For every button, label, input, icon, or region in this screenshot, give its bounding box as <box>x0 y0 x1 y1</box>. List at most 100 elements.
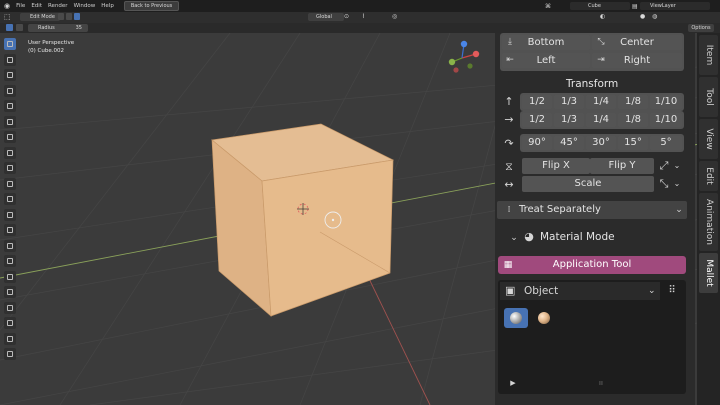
material-preview-selected[interactable] <box>504 308 528 328</box>
radius-field[interactable]: Radius 35 <box>28 24 88 32</box>
select-tool-icon[interactable] <box>4 38 16 50</box>
flip-y-button[interactable]: Flip Y <box>590 158 654 174</box>
menu-render[interactable]: Render <box>48 3 68 9</box>
mode-selector[interactable]: Edit Mode <box>20 13 60 21</box>
object-label: Object <box>524 285 559 297</box>
scale-up-half-button[interactable]: 1/2 <box>522 95 552 109</box>
expand-icon[interactable]: ⤢ <box>656 158 672 174</box>
scene-field[interactable]: Cube <box>570 2 630 10</box>
shear-tool-icon[interactable] <box>4 332 16 345</box>
pivot-icon[interactable]: ⊙ <box>344 13 349 20</box>
cursor-tool-icon[interactable] <box>4 53 16 66</box>
tab-tool[interactable]: Tool <box>699 77 718 117</box>
scale-right-half-button[interactable]: 1/2 <box>522 113 552 127</box>
rotate-15-button[interactable]: 15° <box>618 136 648 150</box>
edge-slide-tool-icon[interactable] <box>4 301 16 314</box>
menu-help[interactable]: Help <box>101 3 114 9</box>
align-right-label: Right <box>623 55 651 66</box>
edge-select-button[interactable] <box>66 13 72 20</box>
extrude-tool-icon[interactable] <box>4 177 16 190</box>
gizmo-x-icon <box>472 50 480 58</box>
options-dropdown[interactable]: Options <box>688 24 714 32</box>
rotate-5-button[interactable]: 5° <box>650 136 682 150</box>
spin-tool-icon[interactable] <box>4 270 16 283</box>
tab-animation[interactable]: Animation <box>699 193 718 251</box>
poly-build-tool-icon[interactable] <box>4 255 16 267</box>
application-tool-button[interactable]: Application Tool <box>498 256 686 274</box>
resize-handle-icon[interactable]: ⠶ <box>594 378 608 388</box>
measure-tool-icon[interactable] <box>4 146 16 159</box>
tab-item[interactable]: Item <box>699 35 718 75</box>
shading-material-icon[interactable]: ◍ <box>652 13 657 20</box>
treat-separately-dropdown[interactable]: Treat Separately <box>497 201 687 219</box>
scale-right-third-button[interactable]: 1/3 <box>554 113 584 127</box>
view-layer-field[interactable]: ViewLayer <box>640 2 710 10</box>
chevron-down-icon[interactable]: ⌄ <box>671 158 683 174</box>
tool-mode-icon[interactable] <box>6 24 13 31</box>
menu-file[interactable]: File <box>16 3 25 9</box>
gizmo-y-icon <box>448 58 456 66</box>
tool-mode-icon-2[interactable] <box>16 24 23 31</box>
scale-tool-icon[interactable] <box>4 100 16 112</box>
annotate-tool-icon[interactable] <box>4 131 16 143</box>
scale-up-tenth-button[interactable]: 1/10 <box>650 95 682 109</box>
shrink-fatten-tool-icon[interactable] <box>4 317 16 329</box>
sidebar-tabs: Item Tool View Edit Animation Mallet <box>697 33 720 405</box>
tab-mallet[interactable]: Mallet <box>699 253 718 293</box>
grid-view-icon[interactable]: ⠿ <box>664 283 680 299</box>
back-to-previous-button[interactable]: Back to Previous <box>123 1 180 11</box>
scale-up-quarter-button[interactable]: 1/4 <box>586 95 616 109</box>
tab-view[interactable]: View <box>699 119 718 159</box>
object-type-dropdown[interactable]: ▣ Object ⌄ <box>500 282 660 300</box>
play-icon[interactable]: ▶ <box>508 378 518 388</box>
rotate-45-button[interactable]: 45° <box>554 136 584 150</box>
orientation-selector[interactable]: Global <box>308 13 344 21</box>
scale-right-quarter-button[interactable]: 1/4 <box>586 113 616 127</box>
blender-logo-icon[interactable]: ◉ <box>4 2 10 10</box>
rotate-30-button[interactable]: 30° <box>586 136 616 150</box>
object-chevron-icon: ⌄ <box>648 286 656 296</box>
white-material-icon <box>510 312 522 324</box>
shading-solid-icon[interactable]: ● <box>640 13 645 20</box>
scale-up-third-button[interactable]: 1/3 <box>554 95 584 109</box>
snap-icon[interactable]: ⌇ <box>362 13 365 20</box>
vertex-select-button[interactable] <box>58 13 64 20</box>
transform-tool-icon[interactable] <box>4 115 16 128</box>
flip-x-button[interactable]: Flip X <box>522 158 590 174</box>
proportional-edit-icon[interactable]: ◎ <box>392 13 397 20</box>
radius-label: Radius <box>38 25 55 31</box>
overlay-icon[interactable]: ◐ <box>600 13 605 20</box>
editor-type-icon[interactable]: ⬚ <box>4 13 11 21</box>
shrink-icon[interactable]: ⤡ <box>656 176 672 192</box>
navigation-gizmo[interactable] <box>444 40 480 76</box>
rip-tool-icon[interactable] <box>4 348 16 360</box>
scale-right-tenth-button[interactable]: 1/10 <box>650 113 682 127</box>
inset-tool-icon[interactable] <box>4 193 16 205</box>
scale-up-eighth-button[interactable]: 1/8 <box>618 95 648 109</box>
viewport-object-label: (0) Cube.002 <box>28 48 64 54</box>
radius-value: 35 <box>75 25 82 31</box>
render-layers-icon: ▤ <box>632 2 638 10</box>
chevron-down-icon-2[interactable]: ⌄ <box>671 176 683 192</box>
move-tool-icon[interactable] <box>4 69 16 81</box>
rotate-90-button[interactable]: 90° <box>522 136 552 150</box>
scale-button[interactable]: Scale <box>522 176 654 192</box>
material-mode-label[interactable]: Material Mode <box>540 231 615 243</box>
bevel-tool-icon[interactable] <box>4 208 16 221</box>
add-cube-tool-icon[interactable] <box>4 162 16 174</box>
smooth-tool-icon[interactable] <box>4 286 16 298</box>
application-tool-label: Application Tool <box>552 259 632 270</box>
align-bottom-icon: ⤓ <box>508 37 512 47</box>
scale-right-eighth-button[interactable]: 1/8 <box>618 113 648 127</box>
collapse-chevron-icon[interactable]: ⌄ <box>508 231 520 245</box>
menu-window[interactable]: Window <box>74 3 96 9</box>
loop-cut-tool-icon[interactable] <box>4 224 16 236</box>
align-center-label: Center <box>620 37 654 48</box>
material-sphere-icon: ◕ <box>524 230 534 243</box>
menu-edit[interactable]: Edit <box>31 3 42 9</box>
knife-tool-icon[interactable] <box>4 239 16 252</box>
rotate-tool-icon[interactable] <box>4 84 16 97</box>
face-select-button[interactable] <box>74 13 80 20</box>
orange-material-icon[interactable] <box>538 312 550 324</box>
tab-edit[interactable]: Edit <box>699 161 718 191</box>
